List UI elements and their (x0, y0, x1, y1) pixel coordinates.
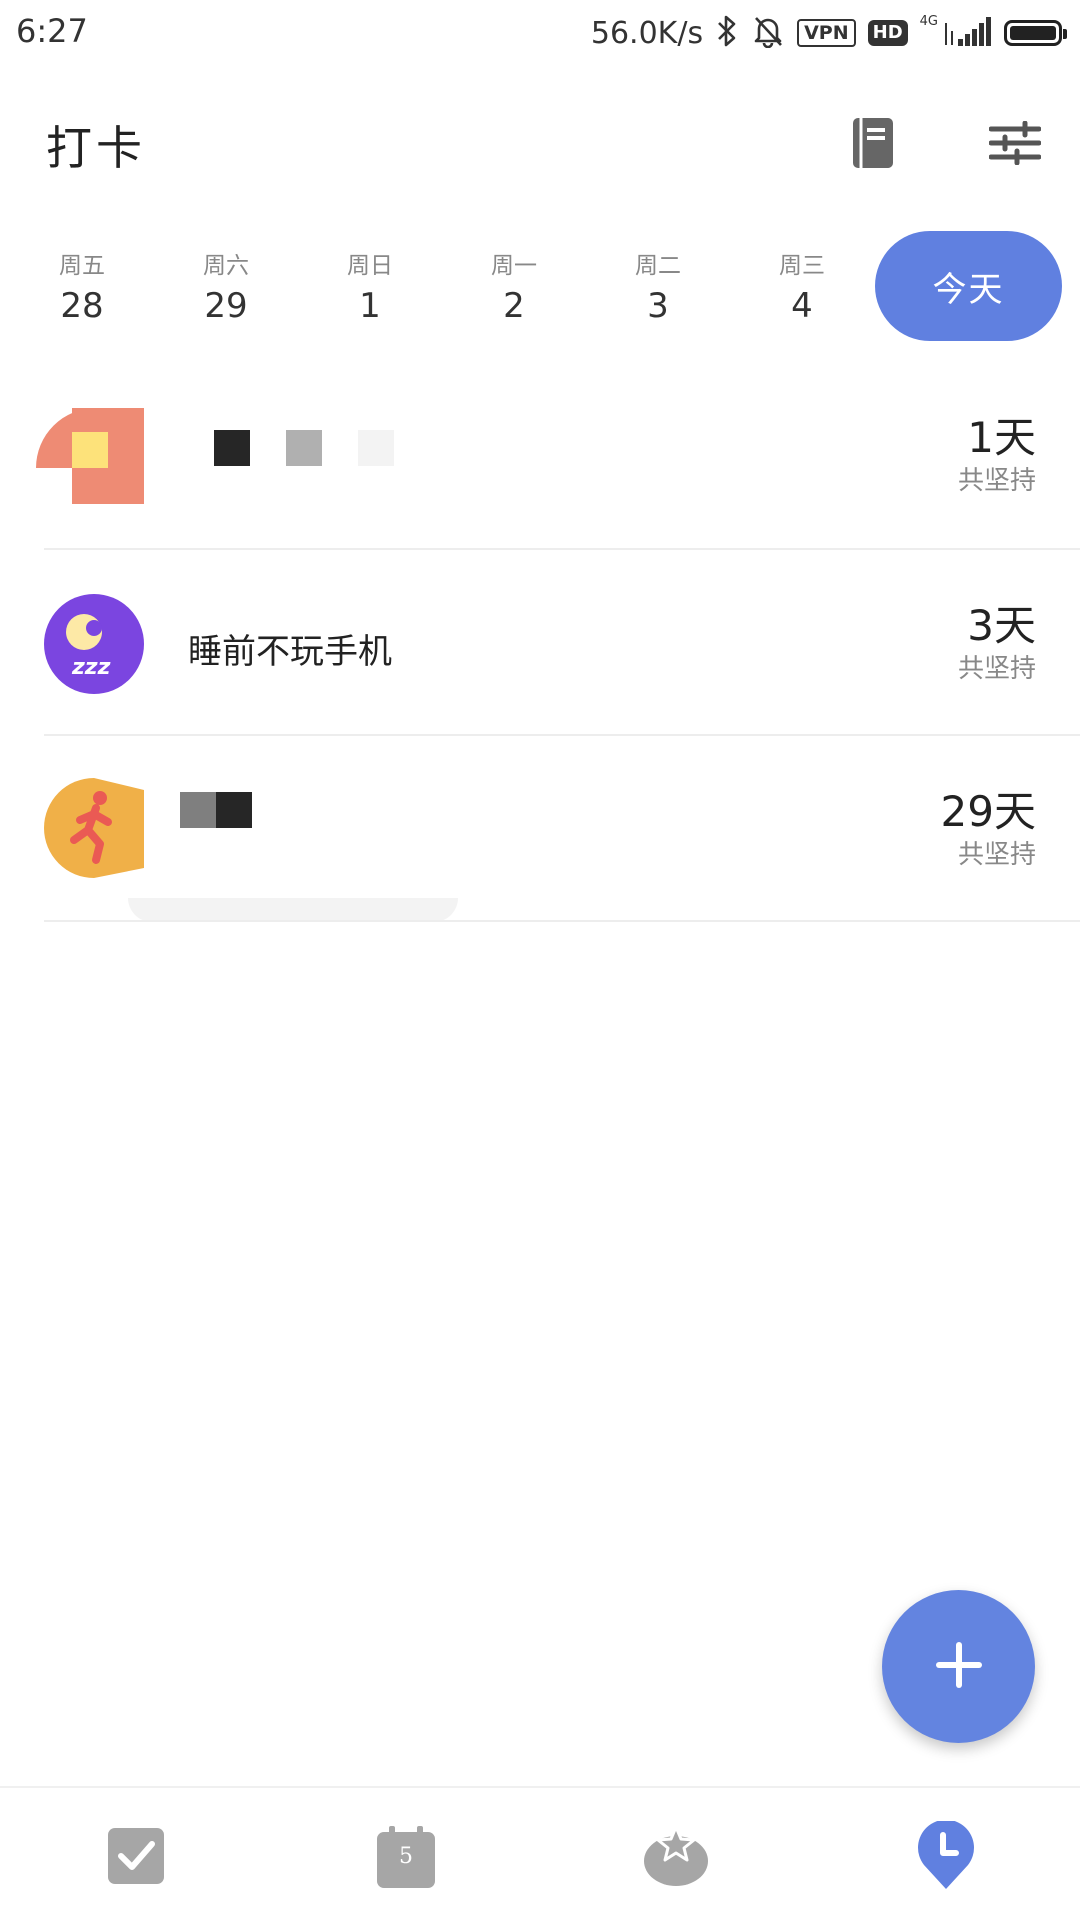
habit-row[interactable]: 1天 共坚持 (0, 364, 1080, 550)
redacted-block (358, 430, 394, 466)
redacted-block (214, 430, 250, 466)
divider (44, 920, 1080, 922)
clock-pin-icon (916, 1819, 976, 1895)
network-speed: 56.0K/s (590, 15, 704, 51)
day-name: 周一 (491, 253, 537, 279)
day-item[interactable]: 周六 29 (176, 250, 276, 330)
day-item[interactable]: 周五 28 (32, 250, 132, 330)
moon-sleep-icon: zzz (44, 594, 144, 698)
day-item[interactable]: 周三 4 (752, 250, 852, 330)
streak: 1天 共坚持 (958, 412, 1036, 498)
redacted-block (128, 898, 458, 922)
svg-text:zzz: zzz (71, 655, 111, 680)
day-number: 4 (791, 286, 813, 326)
day-name: 周三 (779, 253, 825, 279)
day-name: 周日 (347, 253, 393, 279)
calendar-day-label: 5 (399, 1844, 413, 1869)
redacted-block (286, 430, 322, 466)
day-item[interactable]: 周日 1 (320, 250, 420, 330)
calendar-icon: 5 (375, 1826, 437, 1890)
day-number: 1 (359, 286, 381, 326)
habit-row[interactable]: zzz 睡前不玩手机 3天 共坚持 (0, 550, 1080, 736)
signal-icon (944, 15, 992, 51)
bottom-nav: 5 (0, 1786, 1080, 1922)
day-number: 28 (60, 286, 104, 326)
habit-row[interactable]: 29天 共坚持 (0, 736, 1080, 922)
notebook-icon (849, 116, 897, 174)
add-habit-button[interactable] (882, 1590, 1035, 1743)
plus-icon (935, 1641, 983, 1693)
nav-calendar[interactable]: 5 (366, 1818, 446, 1898)
status-icons: 56.0K/s VPN HD 4G (590, 10, 1067, 56)
day-item[interactable]: 周二 3 (608, 250, 708, 330)
streak-label: 共坚持 (957, 466, 1036, 496)
streak-days: 29天 (940, 787, 1036, 836)
bluetooth-icon (715, 14, 739, 52)
streak: 3天 共坚持 (958, 600, 1036, 686)
streak: 29天 共坚持 (941, 786, 1036, 872)
nav-tasks[interactable] (96, 1818, 176, 1898)
habit-name: 睡前不玩手机 (188, 632, 392, 672)
streak-days: 3天 (967, 601, 1036, 650)
redacted-block (180, 792, 216, 828)
day-name: 周二 (635, 253, 681, 279)
notebook-button[interactable] (838, 110, 908, 180)
day-number: 2 (503, 286, 525, 326)
page-title: 打卡 (46, 121, 146, 175)
day-number: 29 (204, 286, 248, 326)
status-time: 6:27 (16, 12, 88, 50)
battery-icon (1004, 20, 1067, 46)
checkbox-icon (106, 1826, 166, 1890)
day-item[interactable]: 周一 2 (464, 250, 564, 330)
filter-sliders-icon (988, 120, 1042, 169)
network-type: 4G (919, 13, 938, 29)
pixelated-avatar-icon (36, 404, 146, 508)
nav-habits[interactable] (906, 1818, 986, 1898)
pomodoro-icon (643, 1825, 709, 1891)
filter-button[interactable] (980, 110, 1050, 180)
streak-label: 共坚持 (957, 840, 1036, 870)
day-number: 3 (647, 286, 669, 326)
streak-days: 1天 (967, 413, 1036, 462)
nav-pomodoro[interactable] (636, 1818, 716, 1898)
streak-label: 共坚持 (957, 654, 1036, 684)
runner-icon (44, 778, 144, 882)
hd-badge: HD (867, 20, 908, 46)
day-name: 周五 (59, 253, 105, 279)
status-bar: 6:27 56.0K/s VPN HD 4G (0, 0, 1080, 66)
today-button[interactable]: 今天 (875, 231, 1062, 341)
day-name: 周六 (203, 253, 249, 279)
vpn-badge: VPN (797, 19, 856, 47)
redacted-block (216, 792, 252, 828)
bell-off-icon (751, 14, 785, 52)
